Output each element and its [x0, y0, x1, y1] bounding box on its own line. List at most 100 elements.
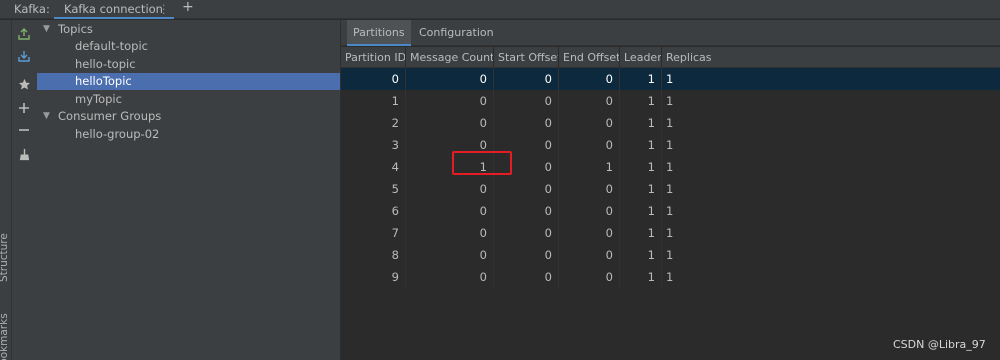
- tree-item-label: hello-topic: [75, 57, 136, 71]
- cell-leader: 1: [620, 156, 662, 178]
- top-tab-bar: Kafka: Kafka connection ⋮ +: [0, 0, 1000, 19]
- cell-replicas: 1: [666, 226, 674, 240]
- tree-item-group[interactable]: hello-group-02: [37, 126, 340, 143]
- cell-replicas: 1: [666, 94, 674, 108]
- remove-icon[interactable]: [16, 122, 32, 138]
- cell-leader: 1: [620, 68, 662, 90]
- import-icon[interactable]: [16, 48, 32, 64]
- cell-partition-id: 3: [341, 134, 406, 156]
- cell-message-count: 0: [406, 200, 494, 222]
- column-header-start-offset[interactable]: Start Offset: [494, 47, 559, 68]
- column-header-leader[interactable]: Leader: [620, 47, 662, 68]
- app-label: Kafka:: [14, 2, 50, 16]
- cell-message-count: 0: [406, 178, 494, 200]
- tree-node-consumer-groups[interactable]: ▼ Consumer Groups: [37, 108, 340, 125]
- tree-item-label: default-topic: [75, 39, 148, 53]
- cell-partition-id: 8: [341, 244, 406, 266]
- tree-item-topic-selected[interactable]: helloTopic: [37, 73, 340, 90]
- table-row[interactable]: 0 0 0 0 1 1: [341, 68, 1000, 90]
- tool-window-strip: Structure Bookmarks: [0, 20, 12, 360]
- table-row[interactable]: 5 0 0 0 1 1: [341, 178, 1000, 200]
- cell-replicas: 1: [666, 248, 674, 262]
- export-icon[interactable]: [16, 26, 32, 42]
- structure-tool-button[interactable]: Structure: [0, 233, 10, 282]
- table-row[interactable]: 8 0 0 0 1 1: [341, 244, 1000, 266]
- tab-options-icon[interactable]: ⋮: [158, 2, 170, 16]
- add-tab-button[interactable]: +: [182, 0, 194, 15]
- table-row[interactable]: 7 0 0 0 1 1: [341, 222, 1000, 244]
- tab-configuration[interactable]: Configuration: [413, 20, 500, 46]
- tab-label: Kafka connection: [64, 2, 163, 16]
- cell-leader: 1: [620, 266, 662, 288]
- bookmarks-tool-button[interactable]: Bookmarks: [0, 313, 10, 360]
- chevron-down-icon[interactable]: ▼: [43, 21, 50, 38]
- cell-start-offset: 0: [494, 266, 559, 288]
- cell-leader: 1: [620, 222, 662, 244]
- cell-replicas: 1: [666, 138, 674, 152]
- column-header-partition-id[interactable]: Partition ID: [341, 47, 406, 68]
- cell-end-offset: 0: [559, 200, 620, 222]
- chevron-down-icon[interactable]: ▼: [43, 108, 50, 125]
- cell-leader: 1: [620, 200, 662, 222]
- table-row[interactable]: 9 0 0 0 1 1: [341, 266, 1000, 288]
- tree-item-label: myTopic: [75, 92, 122, 106]
- table-row[interactable]: 3 0 0 0 1 1: [341, 134, 1000, 156]
- cell-partition-id: 1: [341, 90, 406, 112]
- cell-leader: 1: [620, 134, 662, 156]
- cell-start-offset: 0: [494, 112, 559, 134]
- tab-kafka-connection[interactable]: Kafka connection ⋮: [54, 0, 174, 19]
- column-header-message-count[interactable]: Message Count: [406, 47, 494, 68]
- column-header-replicas[interactable]: Replicas: [662, 47, 1000, 68]
- cell-partition-id: 6: [341, 200, 406, 222]
- tab-partitions[interactable]: Partitions: [347, 20, 411, 46]
- cell-end-offset: 0: [559, 244, 620, 266]
- cell-partition-id: 9: [341, 266, 406, 288]
- cell-partition-id: 0: [341, 68, 406, 90]
- table-row[interactable]: 1 0 0 0 1 1: [341, 90, 1000, 112]
- add-icon[interactable]: [16, 100, 32, 116]
- cell-start-offset: 0: [494, 222, 559, 244]
- cell-end-offset: 0: [559, 178, 620, 200]
- tree-item-topic[interactable]: hello-topic: [37, 56, 340, 73]
- cell-start-offset: 0: [494, 178, 559, 200]
- cell-start-offset: 0: [494, 200, 559, 222]
- cell-partition-id: 5: [341, 178, 406, 200]
- cell-start-offset: 0: [494, 68, 559, 90]
- cell-end-offset: 1: [559, 156, 620, 178]
- column-header-end-offset[interactable]: End Offset: [559, 47, 620, 68]
- tree-node-topics[interactable]: ▼ Topics: [37, 21, 340, 38]
- cell-replicas: 1: [666, 270, 674, 284]
- table-row[interactable]: 2 0 0 0 1 1: [341, 112, 1000, 134]
- cell-partition-id: 7: [341, 222, 406, 244]
- table-row[interactable]: 4 1 0 1 1 1: [341, 156, 1000, 178]
- cell-leader: 1: [620, 90, 662, 112]
- tree-item-topic[interactable]: default-topic: [37, 38, 340, 55]
- tree-node-label: Consumer Groups: [58, 109, 162, 123]
- cell-replicas: 1: [666, 204, 674, 218]
- tree-item-label: helloTopic: [75, 74, 132, 88]
- cell-replicas: 1: [666, 72, 674, 86]
- tree-node-label: Topics: [58, 22, 93, 36]
- table-row[interactable]: 6 0 0 0 1 1: [341, 200, 1000, 222]
- cell-replicas: 1: [666, 160, 674, 174]
- cell-end-offset: 0: [559, 134, 620, 156]
- cell-message-count: 0: [406, 244, 494, 266]
- cell-end-offset: 0: [559, 68, 620, 90]
- cell-start-offset: 0: [494, 244, 559, 266]
- star-icon[interactable]: [16, 76, 32, 92]
- broom-icon[interactable]: [16, 146, 32, 162]
- watermark: CSDN @Libra_97: [893, 338, 986, 351]
- cell-partition-id: 2: [341, 112, 406, 134]
- cell-message-count: 0: [406, 222, 494, 244]
- cell-leader: 1: [620, 244, 662, 266]
- kafka-tree-panel: ▼ Topics default-topic hello-topic hello…: [36, 20, 341, 360]
- cell-end-offset: 0: [559, 90, 620, 112]
- detail-tabs: Partitions Configuration: [341, 20, 1000, 46]
- cell-leader: 1: [620, 112, 662, 134]
- cell-end-offset: 0: [559, 266, 620, 288]
- cell-message-count: 0: [406, 90, 494, 112]
- table-header: Partition ID Message Count Start Offset …: [341, 47, 1000, 68]
- annotation-highlight-box: [452, 151, 512, 175]
- cell-start-offset: 0: [494, 90, 559, 112]
- tree-item-topic[interactable]: myTopic: [37, 91, 340, 108]
